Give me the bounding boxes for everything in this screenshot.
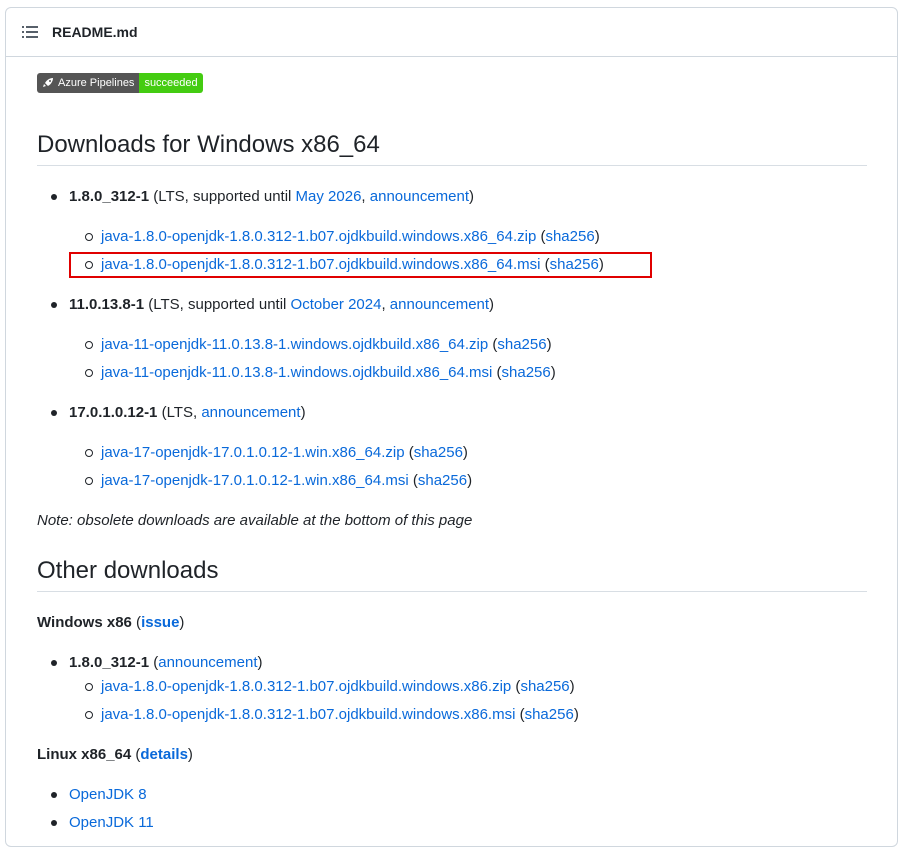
announcement-link[interactable]: announcement [370, 188, 469, 205]
section-title-windows-x64: Downloads for Windows x86_64 [37, 131, 867, 166]
details-link[interactable]: details [140, 746, 188, 763]
list-item-file: java-1.8.0-openjdk-1.8.0.312-1.b07.ojdkb… [85, 228, 600, 245]
list-item-release: 1.8.0_312-1 (LTS, supported until May 20… [50, 188, 475, 205]
readme-header: README.md [6, 8, 897, 57]
list-item-file: java-17-openjdk-17.0.1.0.12-1.win.x86_64… [85, 444, 468, 461]
list-item-file: java-1.8.0-openjdk-1.8.0.312-1.b07.ojdkb… [85, 678, 575, 695]
badge-label: Azure Pipelines [58, 77, 135, 89]
until-link[interactable]: October 2024 [291, 296, 382, 313]
sha256-link[interactable]: sha256 [520, 678, 569, 695]
list-item-release: 11.0.13.8-1 (LTS, supported until Octobe… [50, 296, 495, 313]
rocket-icon [43, 78, 53, 87]
list-item-file: java-1.8.0-openjdk-1.8.0.312-1.b07.ojdkb… [85, 706, 579, 723]
download-link[interactable]: java-11-openjdk-11.0.13.8-1.windows.ojdk… [101, 364, 492, 381]
download-link[interactable]: java-17-openjdk-17.0.1.0.12-1.win.x86_64… [101, 472, 409, 489]
list-item-file: java-17-openjdk-17.0.1.0.12-1.win.x86_64… [84, 472, 473, 489]
release-version: 17.0.1.0.12-1 [69, 404, 158, 421]
announcement-link[interactable]: announcement [390, 296, 489, 313]
linux-x64-heading: Linux x86_64 (details) [37, 746, 193, 763]
list-item-linux: OpenJDK 11 [51, 813, 154, 833]
download-link[interactable]: java-1.8.0-openjdk-1.8.0.312-1.b07.ojdkb… [101, 678, 511, 695]
sha256-link[interactable]: sha256 [502, 364, 551, 381]
table-of-contents-icon[interactable] [22, 25, 38, 39]
list-item-release: 17.0.1.0.12-1 (LTS, announcement) [51, 404, 306, 421]
announcement-link[interactable]: announcement [201, 404, 300, 421]
sha256-link[interactable]: sha256 [525, 706, 574, 723]
sha256-link[interactable]: sha256 [418, 472, 467, 489]
list-item-linux: OpenJDK 8 [51, 785, 147, 805]
badge-status: succeeded [139, 73, 203, 93]
highlight-box [69, 252, 652, 278]
download-link[interactable]: java-17-openjdk-17.0.1.0.12-1.win.x86_64… [101, 444, 405, 461]
release-version: 1.8.0_312-1 [69, 654, 150, 671]
download-link[interactable]: java-1.8.0-openjdk-1.8.0.312-1.b07.ojdkb… [101, 228, 536, 245]
list-item-file: java-11-openjdk-11.0.13.8-1.windows.ojdk… [85, 364, 556, 381]
download-link[interactable]: java-11-openjdk-11.0.13.8-1.windows.ojdk… [101, 336, 488, 353]
announcement-link[interactable]: announcement [158, 654, 257, 671]
release-version: 11.0.13.8-1 [69, 296, 145, 313]
until-link[interactable]: May 2026 [296, 188, 362, 205]
issue-link[interactable]: issue [141, 614, 179, 631]
list-item-file: java-11-openjdk-11.0.13.8-1.windows.ojdk… [85, 336, 552, 353]
azure-pipelines-badge[interactable]: Azure Pipelines succeeded [37, 73, 203, 93]
list-item-release: 1.8.0_312-1 (announcement) [51, 654, 263, 671]
openjdk11-link[interactable]: OpenJDK 11 [69, 814, 154, 831]
sha256-link[interactable]: sha256 [414, 444, 463, 461]
release-version: 1.8.0_312-1 [69, 188, 150, 205]
sha256-link[interactable]: sha256 [497, 336, 546, 353]
section-title-other-downloads: Other downloads [37, 557, 867, 592]
readme-filename: README.md [52, 24, 138, 40]
readme-container: README.md Azure Pipelines succeeded Down… [5, 7, 898, 847]
sha256-link[interactable]: sha256 [545, 228, 594, 245]
windows-x86-heading: Windows x86 (issue) [37, 614, 185, 631]
obsolete-note: Note: obsolete downloads are available a… [37, 512, 473, 529]
openjdk8-link[interactable]: OpenJDK 8 [69, 786, 147, 803]
download-link[interactable]: java-1.8.0-openjdk-1.8.0.312-1.b07.ojdkb… [101, 706, 515, 723]
